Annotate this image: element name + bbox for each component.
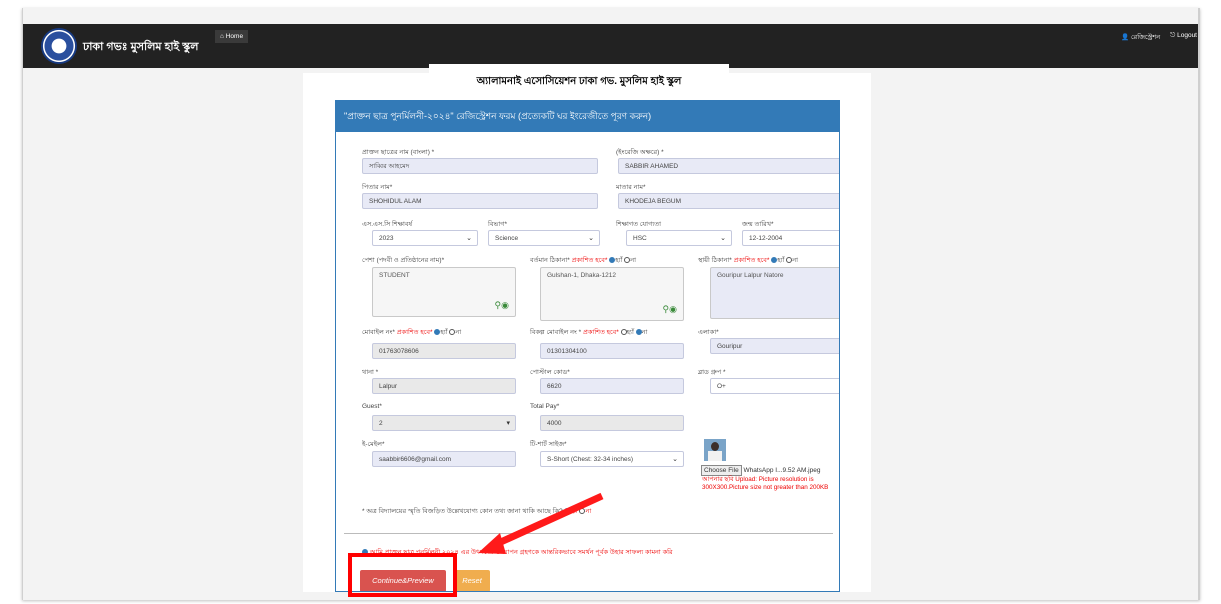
- ssc-year-label: এস.এস.সি শিক্ষাবর্ষ: [362, 221, 413, 228]
- education-select[interactable]: HSC ⌄: [626, 230, 732, 246]
- memory-question-text: * অত্র বিদ্যালয়ের স্মৃতি বিজড়িত উল্লেখ…: [362, 508, 563, 515]
- blood-group-value: O+: [717, 383, 726, 390]
- thana-input[interactable]: Lalpur: [372, 378, 516, 394]
- name-bn-label: প্রাক্তন ছাত্রের নাম (বাংলা) *: [362, 149, 435, 156]
- alt-mobile-input[interactable]: 01301304100: [540, 343, 684, 359]
- map-pin-icon: ⚲◉: [494, 300, 509, 310]
- permanent-address-textarea[interactable]: Gouripur Lalpur Natore: [710, 267, 839, 319]
- profile-photo-thumbnail: [704, 439, 726, 461]
- ssc-year-select[interactable]: 2023 ⌄: [372, 230, 478, 246]
- memory-no-label: না: [585, 508, 592, 515]
- mobile-label: মোবাইল নং* প্রকাশিত হবে* হ্যাঁ না: [362, 327, 461, 338]
- nav-right-links: 👤 রেজিস্ট্রেশন ⎋ Logout: [1121, 32, 1197, 43]
- thana-label: থানা *: [362, 369, 379, 376]
- tshirt-size-label: টি-শার্ট সাইজ*: [530, 441, 567, 448]
- education-label: শিক্ষাগত যোগ্যতা: [616, 221, 661, 228]
- father-name-input[interactable]: SHOHIDUL ALAM: [362, 193, 598, 209]
- present-address-yes-label: হ্যাঁ: [615, 257, 623, 264]
- nav-home-link[interactable]: ⌂ Home: [215, 30, 249, 43]
- alt-mobile-publish: প্রকাশিত হবে*: [582, 329, 619, 336]
- tshirt-size-select[interactable]: S-Short (Chest: 32-34 inches) ⌄: [540, 451, 684, 467]
- dob-label: জন্ম তারিখ*: [742, 221, 774, 228]
- area-input[interactable]: Gouripur: [710, 338, 839, 354]
- chevron-down-icon: ⌄: [720, 235, 726, 242]
- total-pay-input[interactable]: 4000: [540, 415, 684, 431]
- email-input[interactable]: saabbir6606@gmail.com: [372, 451, 516, 467]
- permanent-address-label-text: স্থায়ী ঠিকানা*: [698, 257, 732, 264]
- memory-question: * অত্র বিদ্যালয়ের স্মৃতি বিজড়িত উল্লেখ…: [362, 506, 591, 517]
- mobile-publish: প্রকাশিত হবে*: [396, 329, 433, 336]
- mobile-yes-label: হ্যাঁ: [440, 329, 448, 336]
- name-bn-input[interactable]: সাব্বির আহমেদ: [362, 158, 598, 174]
- dob-input[interactable]: 12-12-2004: [742, 230, 839, 246]
- profession-textarea[interactable]: STUDENT ⚲◉: [372, 267, 516, 317]
- mobile-no-label: না: [455, 329, 462, 336]
- permanent-address-label: স্থায়ী ঠিকানা* প্রকাশিত হবে* হ্যাঁ না: [698, 255, 798, 266]
- group-label: বিভাগ*: [488, 221, 507, 228]
- mother-name-label: মাতার নাম*: [616, 184, 646, 191]
- nav-registration-label: রেজিস্ট্রেশন: [1131, 34, 1161, 41]
- permanent-address-yes-label: হ্যাঁ: [777, 257, 785, 264]
- tshirt-size-value: S-Short (Chest: 32-34 inches): [547, 456, 633, 463]
- permanent-address-publish: প্রকাশিত হবে*: [733, 257, 770, 264]
- mobile-label-text: মোবাইল নং*: [362, 329, 395, 336]
- reset-button[interactable]: Reset: [454, 570, 490, 591]
- postal-code-input[interactable]: 6620: [540, 378, 684, 394]
- memory-yes-label: হ্যাঁ: [570, 508, 578, 515]
- name-en-input[interactable]: SABBIR AHAMED: [618, 158, 839, 174]
- choose-file-button[interactable]: Choose File: [701, 465, 742, 476]
- blood-group-label: ব্লাড গ্রুপ *: [698, 369, 726, 376]
- alt-mobile-yes-label: হ্যাঁ: [626, 329, 634, 336]
- nav-logout-link[interactable]: ⎋ Logout: [1170, 32, 1197, 43]
- ssc-year-value: 2023: [379, 235, 394, 242]
- brand-title[interactable]: ঢাকা গভঃ মুসলিম হাই স্কুল: [83, 38, 198, 57]
- father-name-label: পিতার নাম*: [362, 184, 393, 191]
- selected-file-name: WhatsApp I...9.52 AM.jpeg: [743, 467, 821, 474]
- email-label: ই-মেইল*: [362, 441, 385, 448]
- postal-code-label: পোস্টাল কোড*: [530, 369, 570, 376]
- area-label: এলাকা*: [698, 329, 719, 336]
- guest-label: Guest*: [362, 403, 382, 410]
- annotation-highlight-box: [348, 553, 457, 597]
- present-address-value: Gulshan-1, Dhaka-1212: [547, 272, 617, 279]
- alt-mobile-no-label: না: [641, 329, 648, 336]
- guest-select[interactable]: 2 ▾: [372, 415, 516, 431]
- file-picker: Choose File WhatsApp I...9.52 AM.jpeg: [701, 465, 820, 476]
- page-header-title: অ্যালামনাই এসোসিয়েশন ঢাকা গভ. মুসলিম হা…: [429, 64, 729, 97]
- nav-logout-label: Logout: [1177, 32, 1197, 39]
- present-address-textarea[interactable]: Gulshan-1, Dhaka-1212 ⚲◉: [540, 267, 684, 321]
- alt-mobile-label: বিকল্প মোবাইল নং * প্রকাশিত হবে* হ্যাঁ ন…: [530, 327, 647, 338]
- chevron-down-icon: ▾: [506, 420, 510, 427]
- name-en-label: (ইংরেজি অক্ষরে) *: [616, 149, 664, 156]
- nav-home-label: Home: [225, 33, 244, 40]
- chevron-down-icon: ⌄: [672, 456, 678, 463]
- alt-mobile-label-text: বিকল্প মোবাইল নং *: [530, 329, 582, 336]
- present-address-no-label: না: [630, 257, 636, 264]
- chevron-down-icon: ⌄: [588, 235, 594, 242]
- profession-value: STUDENT: [379, 272, 410, 279]
- total-pay-label: Total Pay*: [530, 403, 560, 410]
- education-value: HSC: [633, 235, 647, 242]
- present-address-label-text: বর্তমান ঠিকানা*: [530, 257, 570, 264]
- map-pin-icon: ⚲◉: [662, 304, 677, 314]
- upload-note: আপনার ছবি Upload: Picture resolution is …: [702, 476, 829, 491]
- registration-panel: "প্রাক্তন ছাত্র পুনর্মিলনী-২০২৪" রেজিস্ট…: [335, 100, 840, 592]
- chevron-down-icon: ⌄: [466, 235, 472, 242]
- school-logo-icon[interactable]: [41, 28, 77, 64]
- permanent-address-no-label: না: [792, 257, 798, 264]
- mother-name-input[interactable]: KHODEJA BEGUM: [618, 193, 839, 209]
- nav-registration-link[interactable]: 👤 রেজিস্ট্রেশন: [1121, 32, 1160, 43]
- present-address-publish: প্রকাশিত হবে*: [571, 257, 608, 264]
- profession-label: পেশা (পদবী ও প্রতিষ্ঠানের নাম)*: [362, 257, 445, 264]
- group-value: Science: [495, 235, 519, 242]
- guest-value: 2: [379, 420, 383, 427]
- present-address-label: বর্তমান ঠিকানা* প্রকাশিত হবে* হ্যাঁ না: [530, 255, 636, 266]
- group-select[interactable]: Science ⌄: [488, 230, 600, 246]
- blood-group-select[interactable]: O+⌄: [710, 378, 839, 394]
- panel-heading: "প্রাক্তন ছাত্র পুনর্মিলনী-২০২৪" রেজিস্ট…: [336, 101, 839, 132]
- top-navbar: ঢাকা গভঃ মুসলিম হাই স্কুল ⌂ Home 👤 রেজিস…: [23, 24, 1198, 68]
- divider: [344, 533, 833, 534]
- mobile-input[interactable]: 01763078606: [372, 343, 516, 359]
